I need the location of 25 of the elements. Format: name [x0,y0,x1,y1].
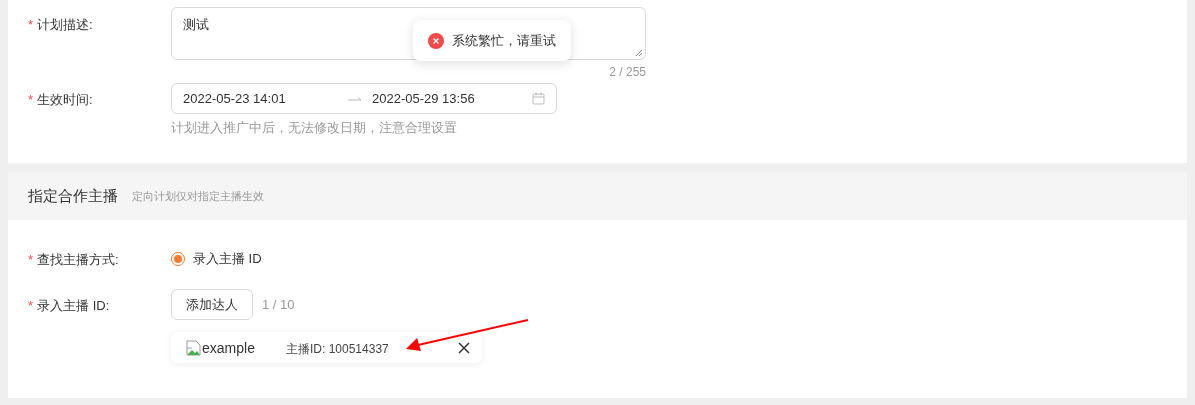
broken-image: example [186,339,286,356]
field-label: 计划描述: [37,17,93,32]
char-counter: 2 / 255 [608,65,646,81]
field-label: 查找主播方式: [37,252,119,267]
close-icon[interactable] [458,341,470,354]
field-label: 生效时间: [37,92,93,107]
required-mark: * [28,298,34,313]
section-subtitle: 定向计划仅对指定主播生效 [132,188,264,204]
radio-option[interactable]: 录入主播 ID [171,247,262,268]
toast-message: 系统繁忙，请重试 [452,31,556,50]
resize-grip-icon[interactable] [635,49,643,57]
section-title: 指定合作主播 [28,186,118,206]
broken-image-icon [186,339,202,356]
count-text: 1 / 10 [262,297,295,312]
required-mark: * [28,92,34,107]
error-icon [428,32,444,49]
calendar-icon [532,92,545,105]
anchor-id: 主播ID: 100514337 [286,341,390,358]
field-label: 录入主播 ID: [37,298,110,313]
add-button[interactable]: 添加达人 [171,289,253,320]
required-mark: * [28,17,34,32]
arrow-icon [348,95,362,102]
date-range-field[interactable]: 2022-05-23 14:01 2022-05-29 13:56 [171,83,557,114]
required-mark: * [28,252,34,267]
hint-text: 计划进入推广中后，无法修改日期，注意合理设置 [171,119,458,137]
